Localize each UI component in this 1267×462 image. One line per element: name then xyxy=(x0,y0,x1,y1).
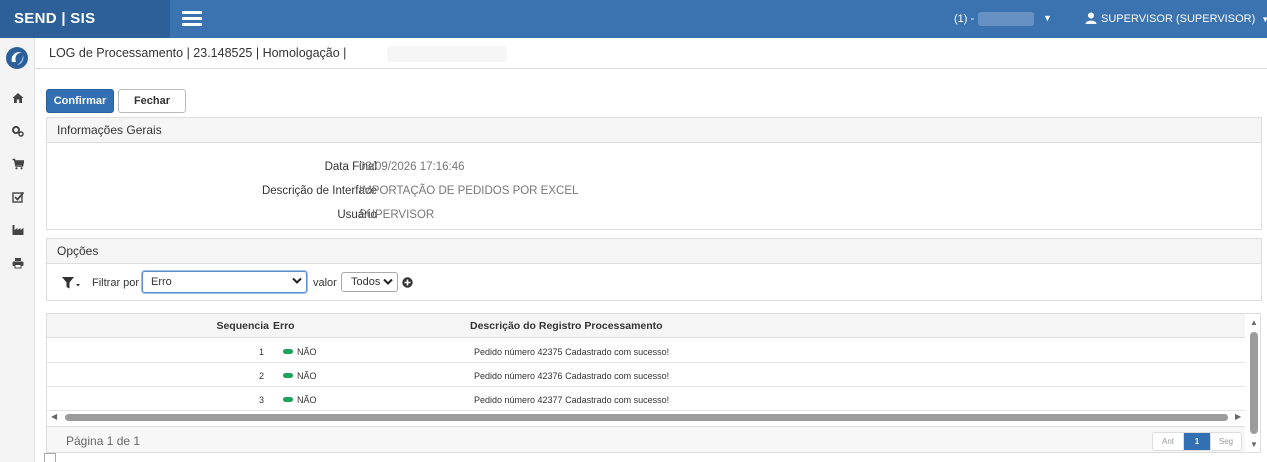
sidebar-item-settings[interactable] xyxy=(0,121,35,141)
cell-error-text: NÃO xyxy=(297,347,317,357)
page-info: Página 1 de 1 xyxy=(66,434,141,448)
app-logo-icon[interactable] xyxy=(5,46,29,70)
column-header-sequence[interactable]: Sequencia xyxy=(216,320,269,332)
print-icon xyxy=(12,258,23,269)
page-title-redacted xyxy=(387,46,507,62)
cogs-icon xyxy=(11,126,24,137)
info-value: SUPERVISOR xyxy=(359,209,435,221)
cart-icon xyxy=(12,158,24,170)
chevron-down-icon xyxy=(292,277,302,284)
table-row[interactable]: 2 NÃO Pedido número 42376 Cadastrado com… xyxy=(47,363,1245,387)
user-icon xyxy=(1085,12,1097,24)
pagination-next-button[interactable]: Seg xyxy=(1210,433,1241,450)
cell-error: NÃO xyxy=(283,371,317,381)
filter-value-value: Todos xyxy=(351,276,381,288)
sidebar xyxy=(0,38,35,462)
top-bar: SEND | SIS (1) - ▼ SUPERVISOR (SUPERVISO… xyxy=(0,0,1267,38)
vertical-scrollbar[interactable]: ▲ ▼ xyxy=(1247,314,1261,452)
status-dot-icon xyxy=(283,373,293,378)
cell-error: NÃO xyxy=(283,395,317,405)
confirm-button[interactable]: Confirmar xyxy=(46,89,114,113)
status-dot-icon xyxy=(283,349,293,354)
scrollbar-thumb[interactable] xyxy=(1250,332,1258,434)
corner-checkbox[interactable] xyxy=(44,453,56,462)
brand-logo[interactable]: SEND | SIS xyxy=(0,0,170,38)
add-filter-icon[interactable] xyxy=(402,277,413,288)
value-label: valor xyxy=(313,277,337,289)
pagination: Ant 1 Seg xyxy=(1152,432,1242,451)
check-square-icon xyxy=(11,191,24,203)
filter-icon[interactable] xyxy=(61,276,81,290)
sidebar-item-orders[interactable] xyxy=(0,154,35,174)
caret-down-icon[interactable]: ▼ xyxy=(1043,13,1052,23)
general-info-panel: Informações Gerais Data Final 03/09/2026… xyxy=(46,117,1262,230)
panel-heading: Informações Gerais xyxy=(47,118,1261,143)
scroll-right-icon[interactable]: ▶ xyxy=(1235,412,1241,421)
user-menu[interactable]: SUPERVISOR (SUPERVISOR) ▼ xyxy=(1085,11,1267,27)
options-panel: Opções Filtrar por Erro valor Todos xyxy=(46,238,1262,301)
factory-icon xyxy=(12,225,23,235)
grid-footer: Página 1 de 1 Ant 1 Seg xyxy=(47,426,1245,452)
table-row[interactable]: 3 NÃO Pedido número 42377 Cadastrado com… xyxy=(47,387,1245,411)
column-header-error[interactable]: Erro xyxy=(273,320,295,332)
page-title: LOG de Processamento | 23.148525 | Homol… xyxy=(49,46,347,60)
panel-heading: Opções xyxy=(47,239,1261,264)
menu-toggle-icon[interactable] xyxy=(182,11,202,27)
pagination-page-button[interactable]: 1 xyxy=(1184,433,1210,450)
filter-value-select[interactable]: Todos xyxy=(341,272,398,292)
cell-sequence: 1 xyxy=(258,347,264,357)
filter-field-select[interactable]: Erro xyxy=(142,271,307,293)
scrollbar-thumb[interactable] xyxy=(65,414,1228,421)
horizontal-scrollbar[interactable]: ◀ ▶ xyxy=(47,411,1245,423)
scroll-down-icon[interactable]: ▼ xyxy=(1250,440,1258,449)
cell-sequence: 3 xyxy=(258,395,264,405)
info-row: Descrição de Interface IMPORTAÇÃO DE PED… xyxy=(47,185,1261,201)
info-value: 03/09/2026 17:16:46 xyxy=(359,161,465,173)
caret-down-icon: ▼ xyxy=(1261,15,1267,24)
filter-field-value: Erro xyxy=(151,276,172,288)
info-value: IMPORTAÇÃO DE PEDIDOS POR EXCEL xyxy=(359,185,579,197)
cell-sequence: 2 xyxy=(258,371,264,381)
sidebar-item-industry[interactable] xyxy=(0,220,35,240)
info-row: Data Final 03/09/2026 17:16:46 xyxy=(47,161,1261,177)
sidebar-item-tasks[interactable] xyxy=(0,187,35,207)
cell-error-text: NÃO xyxy=(297,371,317,381)
user-name: SUPERVISOR (SUPERVISOR) xyxy=(1101,13,1256,25)
page-header: LOG de Processamento | 23.148525 | Homol… xyxy=(35,38,1267,69)
sidebar-item-home[interactable] xyxy=(0,88,35,108)
cell-error-text: NÃO xyxy=(297,395,317,405)
cell-error: NÃO xyxy=(283,347,317,357)
scroll-left-icon[interactable]: ◀ xyxy=(51,412,57,421)
filter-by-label: Filtrar por xyxy=(92,277,140,289)
chevron-down-icon xyxy=(383,278,393,285)
grid-header: Sequencia Erro Descrição do Registro Pro… xyxy=(47,314,1245,338)
sidebar-item-print[interactable] xyxy=(0,253,35,273)
results-grid: Sequencia Erro Descrição do Registro Pro… xyxy=(46,313,1261,453)
cell-description: Pedido número 42377 Cadastrado com suces… xyxy=(474,395,670,405)
column-header-description[interactable]: Descrição do Registro Processamento xyxy=(470,320,663,332)
environment-name-redacted xyxy=(978,12,1035,27)
environment-label: (1) - xyxy=(954,13,975,25)
table-row[interactable]: 1 NÃO Pedido número 42375 Cadastrado com… xyxy=(47,339,1245,363)
status-dot-icon xyxy=(283,397,293,402)
pagination-prev-button[interactable]: Ant xyxy=(1153,433,1184,450)
home-icon xyxy=(12,93,23,103)
info-row: Usuário SUPERVISOR xyxy=(47,209,1261,225)
environment-selector[interactable]: (1) - xyxy=(954,11,1035,27)
scroll-up-icon[interactable]: ▲ xyxy=(1250,318,1258,327)
close-button[interactable]: Fechar xyxy=(118,89,186,113)
cell-description: Pedido número 42375 Cadastrado com suces… xyxy=(474,347,670,357)
cell-description: Pedido número 42376 Cadastrado com suces… xyxy=(474,371,670,381)
